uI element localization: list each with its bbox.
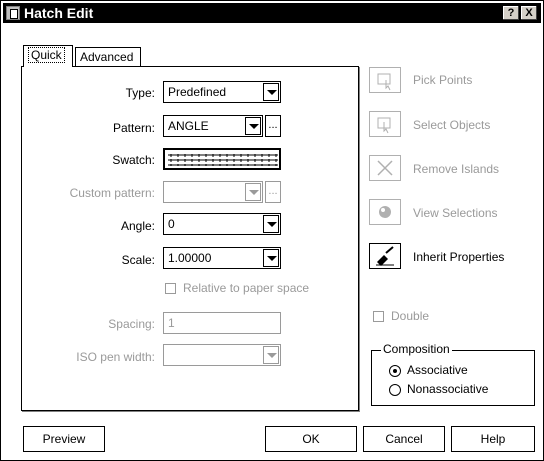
ok-button[interactable]: OK	[265, 426, 357, 452]
iso-pen-width-combo[interactable]	[163, 344, 281, 366]
pattern-label: Pattern:	[112, 121, 155, 135]
inherit-properties-button[interactable]	[369, 243, 401, 269]
pick-points-button[interactable]	[369, 67, 401, 93]
chevron-down-icon[interactable]	[263, 249, 279, 267]
inherit-properties-icon	[376, 246, 394, 266]
pattern-combo[interactable]: ANGLE	[163, 115, 263, 137]
angle-value: 0	[168, 217, 175, 231]
pattern-browse-button[interactable]: ...	[265, 115, 281, 137]
spacing-value: 1	[168, 316, 175, 330]
view-selections-button[interactable]	[369, 199, 401, 225]
help-button[interactable]: Help	[451, 426, 535, 452]
remove-islands-button[interactable]	[369, 155, 401, 181]
chevron-down-icon[interactable]	[245, 117, 261, 135]
type-label: Type:	[125, 86, 155, 100]
title-close-button[interactable]: X	[521, 6, 537, 20]
pick-points-label: Pick Points	[413, 73, 473, 87]
pattern-value: ANGLE	[168, 119, 209, 133]
cancel-button[interactable]: Cancel	[363, 426, 445, 452]
remove-islands-icon	[377, 160, 393, 176]
double-checkbox[interactable]	[373, 311, 384, 322]
title-help-button[interactable]: ?	[503, 6, 519, 20]
inherit-properties-label: Inherit Properties	[413, 250, 505, 264]
double-label: Double	[391, 309, 430, 323]
remove-islands-label: Remove Islands	[413, 162, 500, 176]
tab-quick-label: Quick	[28, 47, 65, 63]
custom-pattern-label: Custom pattern:	[69, 186, 155, 200]
select-objects-button[interactable]	[369, 111, 401, 137]
relative-to-paper-space-checkbox[interactable]	[165, 283, 176, 294]
swatch-preview[interactable]	[163, 148, 281, 170]
swatch-label: Swatch:	[112, 153, 155, 167]
view-selections-label: View Selections	[413, 206, 498, 220]
preview-button[interactable]: Preview	[23, 426, 105, 452]
app-icon	[6, 6, 20, 20]
spacing-label: Spacing:	[108, 317, 155, 331]
spacing-input[interactable]: 1	[163, 312, 281, 334]
associative-radio[interactable]	[389, 365, 401, 377]
chevron-down-icon[interactable]	[263, 215, 279, 233]
iso-pen-width-label: ISO pen width:	[76, 350, 155, 364]
composition-title: Composition	[381, 342, 452, 356]
select-objects-label: Select Objects	[413, 118, 491, 132]
title-bar[interactable]: Hatch Edit ? X	[3, 3, 541, 23]
chevron-down-icon[interactable]	[245, 183, 261, 201]
pick-points-icon	[377, 73, 391, 91]
nonassociative-label: Nonassociative	[407, 382, 489, 396]
type-value: Predefined	[168, 85, 227, 99]
composition-group	[371, 350, 535, 406]
type-combo[interactable]: Predefined	[163, 81, 281, 103]
tab-advanced[interactable]: Advanced	[75, 47, 141, 67]
scale-label: Scale:	[121, 253, 155, 267]
chevron-down-icon[interactable]	[263, 346, 279, 364]
swatch-pattern-graphic	[168, 154, 278, 166]
tab-quick[interactable]: Quick	[23, 45, 73, 67]
angle-label: Angle:	[120, 219, 155, 233]
view-selections-icon	[379, 206, 391, 218]
scale-combo[interactable]: 1.00000	[163, 247, 281, 269]
relative-to-paper-space-label: Relative to paper space	[183, 281, 310, 295]
scale-value: 1.00000	[168, 251, 212, 265]
select-objects-icon	[377, 117, 391, 134]
chevron-down-icon[interactable]	[263, 83, 279, 101]
associative-label: Associative	[407, 363, 468, 377]
window-title: Hatch Edit	[24, 5, 94, 21]
nonassociative-radio[interactable]	[389, 384, 401, 396]
custom-pattern-browse-button[interactable]: ...	[265, 181, 281, 203]
hatch-edit-dialog: Hatch Edit ? X Quick Advanced Type: Pred…	[0, 0, 544, 461]
angle-combo[interactable]: 0	[163, 213, 281, 235]
custom-pattern-combo[interactable]	[163, 181, 263, 203]
